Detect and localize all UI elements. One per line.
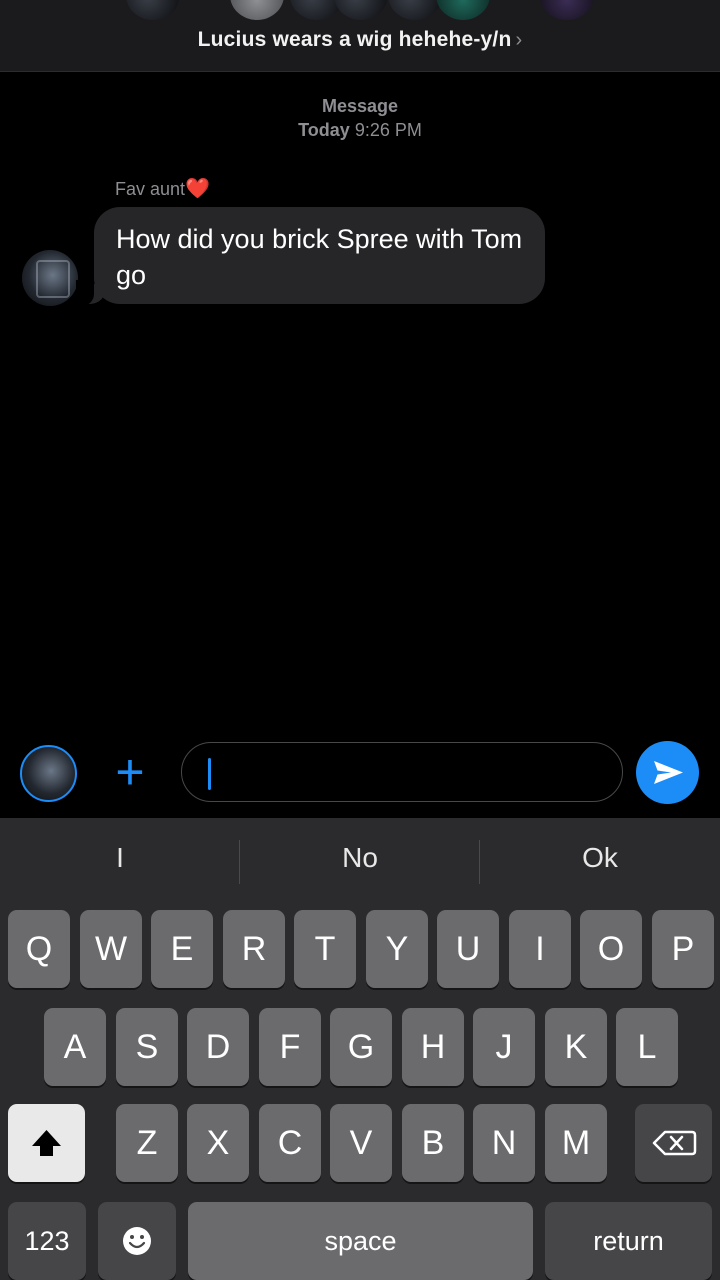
key-k[interactable]: K: [545, 1008, 607, 1086]
key-d[interactable]: D: [187, 1008, 249, 1086]
space-key[interactable]: space: [188, 1202, 533, 1280]
key-h[interactable]: H: [402, 1008, 464, 1086]
backspace-key[interactable]: [635, 1104, 712, 1182]
key-r[interactable]: R: [223, 910, 285, 988]
keyboard: I No Ok Q W E R T Y U I O P A S D F G H …: [0, 818, 720, 1280]
my-avatar[interactable]: [20, 745, 77, 802]
key-e[interactable]: E: [151, 910, 213, 988]
shift-key[interactable]: [8, 1104, 85, 1182]
key-w[interactable]: W: [80, 910, 142, 988]
key-m[interactable]: M: [545, 1104, 607, 1182]
timestamp-time: 9:26 PM: [354, 120, 422, 140]
key-t[interactable]: T: [294, 910, 356, 988]
chevron-right-icon: ›: [515, 29, 523, 51]
message-composer: +: [0, 738, 720, 816]
group-title-text: Lucius wears a wig hehehe-y/n: [197, 28, 512, 51]
message-timestamp: Message Today 9:26 PM: [0, 94, 720, 142]
prediction-1[interactable]: I: [0, 842, 240, 874]
timestamp-label: Message: [321, 96, 399, 116]
key-z[interactable]: Z: [116, 1104, 178, 1182]
group-member-avatar: [126, 0, 180, 20]
key-i[interactable]: I: [509, 910, 571, 988]
numbers-key[interactable]: 123: [8, 1202, 86, 1280]
key-x[interactable]: X: [187, 1104, 249, 1182]
emoji-icon: [123, 1227, 151, 1255]
group-member-avatar: [540, 0, 594, 20]
heart-emoji: ❤️: [185, 178, 210, 200]
timestamp-day: Today: [298, 120, 350, 140]
key-a[interactable]: A: [44, 1008, 106, 1086]
message-input[interactable]: [181, 742, 623, 802]
key-g[interactable]: G: [330, 1008, 392, 1086]
key-n[interactable]: N: [473, 1104, 535, 1182]
key-l[interactable]: L: [616, 1008, 678, 1086]
key-s[interactable]: S: [116, 1008, 178, 1086]
return-key[interactable]: return: [545, 1202, 712, 1280]
shift-arrow-icon: [32, 1130, 61, 1156]
key-c[interactable]: C: [259, 1104, 321, 1182]
key-q[interactable]: Q: [8, 910, 70, 988]
prediction-2[interactable]: No: [240, 842, 480, 874]
predictive-bar: I No Ok: [0, 818, 720, 906]
send-button[interactable]: [636, 741, 699, 804]
group-member-avatar: [334, 0, 388, 20]
messenger-screen: Lucius wears a wig hehehe-y/n › Message T…: [0, 0, 720, 1280]
key-p[interactable]: P: [652, 910, 714, 988]
backspace-icon: [652, 1130, 697, 1156]
group-title[interactable]: Lucius wears a wig hehehe-y/n ›: [0, 28, 720, 52]
key-b[interactable]: B: [402, 1104, 464, 1182]
sender-name-text: Fav aunt: [115, 179, 186, 199]
group-member-avatar: [436, 0, 490, 20]
chat-header[interactable]: Lucius wears a wig hehehe-y/n ›: [0, 0, 720, 72]
group-member-avatar: [388, 0, 442, 20]
key-j[interactable]: J: [473, 1008, 535, 1086]
key-f[interactable]: F: [259, 1008, 321, 1086]
sender-avatar[interactable]: [22, 250, 78, 306]
group-member-avatar: [230, 0, 284, 20]
sender-name: Fav aunt❤️: [115, 176, 210, 201]
key-o[interactable]: O: [580, 910, 642, 988]
message-bubble[interactable]: How did you brick Spree with Tom go: [94, 207, 545, 304]
prediction-3[interactable]: Ok: [480, 842, 720, 874]
text-caret: [208, 758, 211, 790]
group-avatars: [0, 0, 720, 22]
emoji-key[interactable]: [98, 1202, 176, 1280]
key-y[interactable]: Y: [366, 910, 428, 988]
plus-icon[interactable]: +: [108, 747, 152, 797]
send-icon: [654, 761, 683, 784]
key-u[interactable]: U: [437, 910, 499, 988]
key-v[interactable]: V: [330, 1104, 392, 1182]
message-text: How did you brick Spree with Tom go: [116, 224, 523, 290]
